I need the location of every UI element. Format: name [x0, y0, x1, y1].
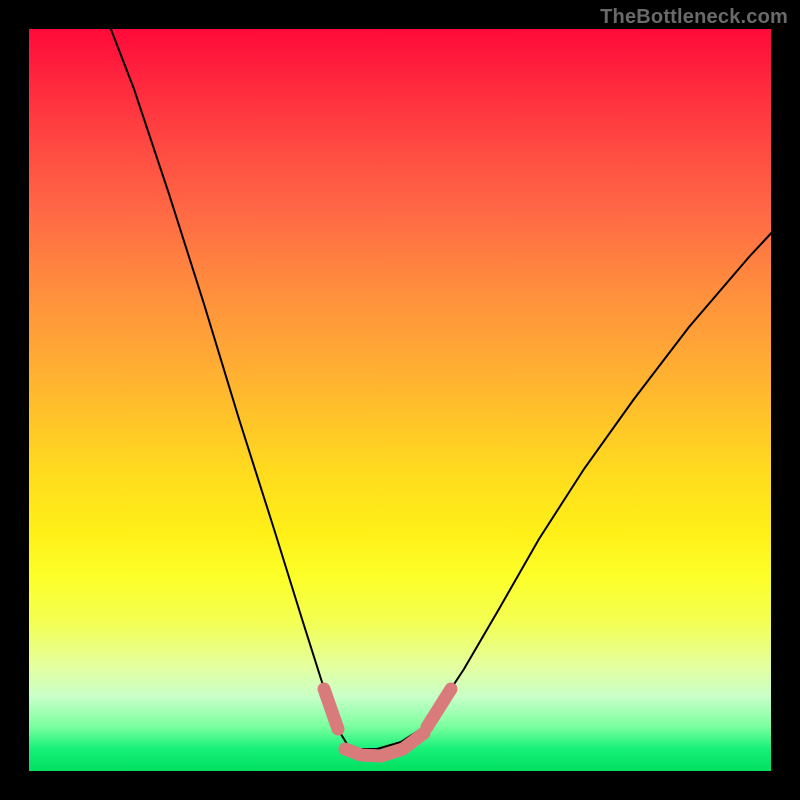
- watermark-text: TheBottleneck.com: [600, 6, 788, 29]
- series-group: [107, 29, 771, 756]
- chart-frame: TheBottleneck.com: [0, 0, 800, 800]
- plot-area: [29, 29, 771, 771]
- series-pink-bottom-arc: [345, 733, 424, 756]
- series-black-curve: [107, 29, 771, 749]
- series-pink-right-dash: [427, 689, 451, 727]
- series-pink-left-dash: [324, 689, 338, 729]
- chart-svg: [29, 29, 771, 771]
